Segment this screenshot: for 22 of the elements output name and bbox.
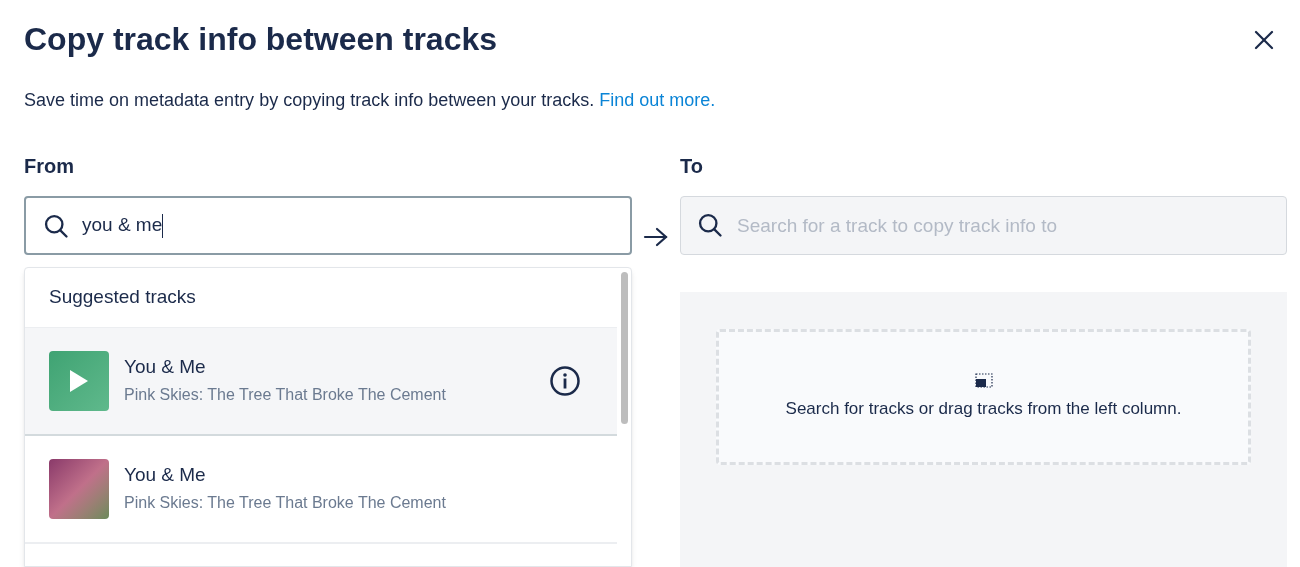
track-row[interactable]: You & Me Pink Skies: The Tree That Broke The Cement xyxy=(25,436,617,544)
find-out-more-link[interactable]: Find out more. xyxy=(599,90,716,110)
track-subtitle: Pink Skies: The Tree That Broke The Cement xyxy=(124,385,447,405)
track-subtitle: Pink Skies: The Tree That Broke The Cement xyxy=(124,493,447,513)
to-label: To xyxy=(680,154,704,178)
search-icon xyxy=(696,211,724,239)
from-search-field[interactable]: you & me xyxy=(24,196,632,255)
arrow-right-icon xyxy=(643,226,669,248)
track-title: You & Me xyxy=(124,463,207,487)
drop-zone-text: Search for tracks or drag tracks from the left column. xyxy=(785,397,1182,420)
album-art-placeholder xyxy=(49,459,109,519)
scrollbar-thumb[interactable] xyxy=(621,272,628,424)
track-title: You & Me xyxy=(124,355,207,379)
image-drag-icon xyxy=(974,372,993,388)
from-label: From xyxy=(24,154,75,178)
dialog-title: Copy track info between tracks xyxy=(24,20,498,58)
to-search-field[interactable]: Search for a track to copy track info to xyxy=(680,196,1287,255)
dialog-description: Save time on metadata entry by copying track info between your tracks. Find out more. xyxy=(23,89,717,112)
suggested-tracks-heading: Suggested tracks xyxy=(48,285,197,309)
info-icon[interactable] xyxy=(549,365,581,397)
track-row[interactable]: You & Me Pink Skies: The Tree That Broke The Cement xyxy=(25,328,617,436)
play-icon[interactable] xyxy=(68,368,90,394)
